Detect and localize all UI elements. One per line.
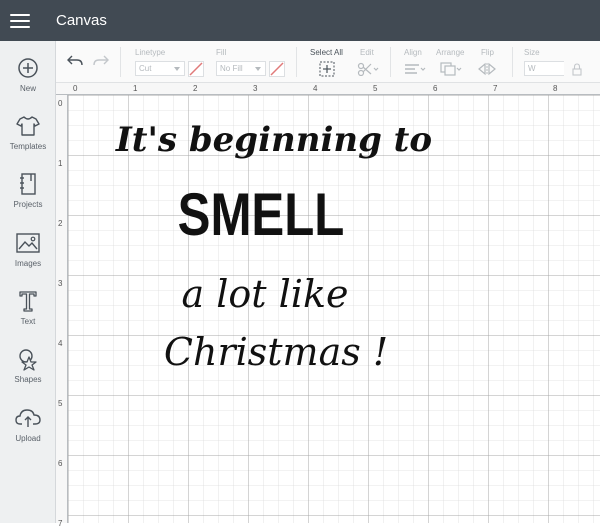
design-line-a-lot-like[interactable]: a lot like bbox=[140, 275, 390, 313]
ruler-v-4: 4 bbox=[58, 339, 63, 348]
lock-icon[interactable] bbox=[570, 61, 584, 77]
sidebar-item-label: Upload bbox=[15, 434, 41, 443]
sidebar-item-upload[interactable]: Upload bbox=[0, 405, 56, 457]
size-width-input[interactable]: W bbox=[524, 61, 564, 76]
design-line-christmas[interactable]: Christmas ! bbox=[126, 333, 426, 371]
ruler-h-8: 8 bbox=[553, 84, 558, 93]
redo-icon[interactable] bbox=[92, 53, 110, 69]
size-width-label: W bbox=[528, 64, 536, 73]
ruler-h-5: 5 bbox=[373, 84, 378, 93]
text-t-icon bbox=[15, 288, 41, 314]
edit-label: Edit bbox=[360, 48, 374, 57]
plus-circle-icon bbox=[15, 55, 41, 81]
ruler-v-0: 0 bbox=[58, 99, 63, 108]
design-line-its-beginning[interactable]: It's beginning to bbox=[104, 123, 444, 157]
flip-label: Flip bbox=[481, 48, 494, 57]
cloud-upload-icon bbox=[15, 405, 41, 431]
undo-icon[interactable] bbox=[66, 53, 84, 69]
align-label: Align bbox=[404, 48, 422, 57]
sidebar-item-projects[interactable]: Projects bbox=[0, 171, 56, 223]
top-bar: Canvas bbox=[0, 0, 600, 41]
ruler-v-2: 2 bbox=[58, 219, 63, 228]
design-line-smell[interactable]: SMELL bbox=[175, 185, 347, 245]
shapes-icon bbox=[15, 346, 41, 372]
select-all-label: Select All bbox=[310, 48, 343, 57]
fill-select[interactable]: No Fill bbox=[216, 61, 266, 76]
tshirt-icon bbox=[15, 113, 41, 139]
edit-scissors-icon[interactable] bbox=[356, 61, 380, 77]
left-sidebar: New Templates Projects Images Text Shape… bbox=[0, 41, 56, 523]
linetype-value: Cut bbox=[139, 64, 152, 73]
sidebar-item-label: Templates bbox=[9, 142, 47, 151]
ruler-v-6: 6 bbox=[58, 459, 63, 468]
app-title: Canvas bbox=[56, 12, 107, 29]
align-icon[interactable] bbox=[402, 61, 428, 77]
chevron-down-icon bbox=[255, 67, 261, 71]
sidebar-item-label: Text bbox=[20, 317, 36, 326]
ruler-h-7: 7 bbox=[493, 84, 498, 93]
linetype-color-swatch[interactable] bbox=[188, 61, 204, 77]
ruler-v-7: 7 bbox=[58, 519, 63, 528]
linetype-label: Linetype bbox=[135, 48, 166, 57]
ruler-v-3: 3 bbox=[58, 279, 63, 288]
sidebar-item-label: Projects bbox=[13, 200, 43, 209]
fill-value: No Fill bbox=[220, 64, 243, 73]
notebook-icon bbox=[15, 171, 41, 197]
vertical-ruler: 0 1 2 3 4 5 6 7 bbox=[56, 95, 68, 528]
fill-label: Fill bbox=[216, 48, 227, 57]
sidebar-item-label: Shapes bbox=[14, 375, 42, 384]
linetype-select[interactable]: Cut bbox=[135, 61, 185, 76]
ruler-h-2: 2 bbox=[193, 84, 198, 93]
sidebar-item-new[interactable]: New bbox=[0, 55, 56, 107]
ruler-v-1: 1 bbox=[58, 159, 63, 168]
image-icon bbox=[15, 230, 41, 256]
ruler-v-5: 5 bbox=[58, 399, 63, 408]
flip-icon[interactable] bbox=[476, 61, 502, 77]
design-canvas[interactable]: 0 1 2 3 4 5 6 7 8 0 1 2 3 4 5 6 7 It's b… bbox=[56, 83, 600, 528]
toolbar: Linetype Cut Fill No Fill Select All Edi… bbox=[56, 41, 600, 83]
ruler-h-0: 0 bbox=[73, 84, 78, 93]
ruler-h-6: 6 bbox=[433, 84, 438, 93]
ruler-h-3: 3 bbox=[253, 84, 258, 93]
sidebar-item-images[interactable]: Images bbox=[0, 230, 56, 282]
size-label: Size bbox=[524, 48, 540, 57]
horizontal-ruler: 0 1 2 3 4 5 6 7 8 bbox=[56, 83, 600, 95]
sidebar-item-text[interactable]: Text bbox=[0, 288, 56, 340]
arrange-icon[interactable] bbox=[438, 61, 464, 77]
arrange-label: Arrange bbox=[436, 48, 465, 57]
sidebar-item-label: New bbox=[19, 84, 36, 93]
ruler-h-4: 4 bbox=[313, 84, 318, 93]
sidebar-item-templates[interactable]: Templates bbox=[0, 113, 56, 165]
fill-color-swatch[interactable] bbox=[269, 61, 285, 77]
sidebar-item-shapes[interactable]: Shapes bbox=[0, 346, 56, 398]
ruler-h-1: 1 bbox=[133, 84, 138, 93]
select-all-icon[interactable] bbox=[318, 60, 336, 78]
sidebar-item-label: Images bbox=[14, 259, 42, 268]
chevron-down-icon bbox=[174, 67, 180, 71]
hamburger-menu-icon[interactable] bbox=[0, 0, 40, 41]
